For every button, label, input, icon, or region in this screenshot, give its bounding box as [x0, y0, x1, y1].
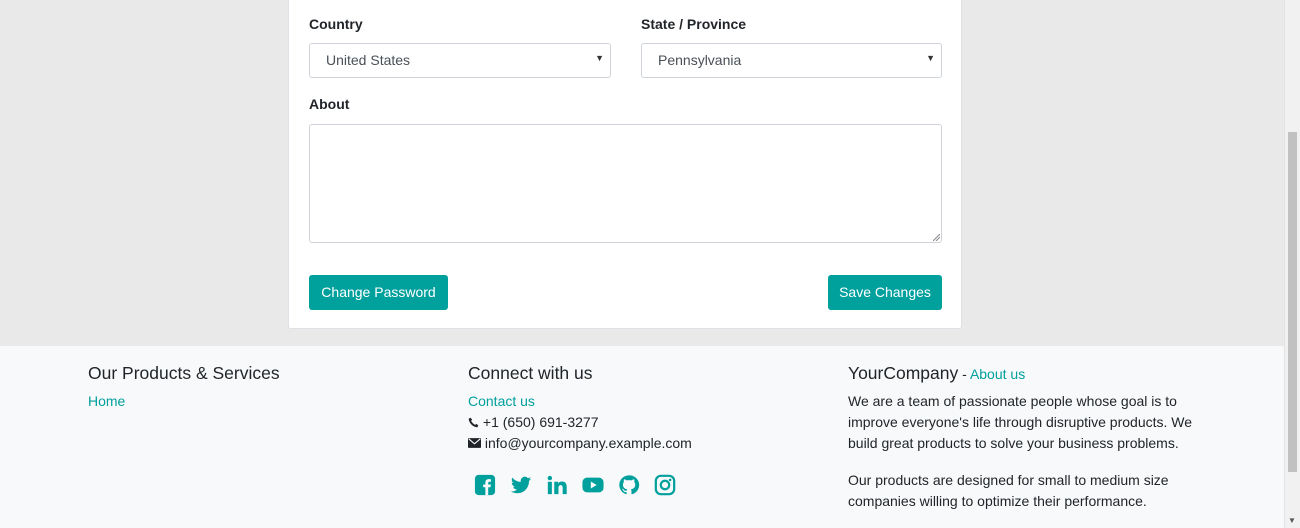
facebook-icon[interactable]	[474, 474, 496, 496]
phone-number: +1 (650) 691-3277	[482, 414, 599, 430]
vertical-scrollbar[interactable]: ▼	[1284, 0, 1300, 528]
social-links	[474, 474, 676, 496]
company-separator: -	[958, 366, 970, 382]
email-row: info@yourcompany.example.com	[468, 433, 692, 454]
envelope-icon	[468, 438, 481, 448]
country-select-value: United States	[326, 52, 411, 68]
scrollbar-thumb[interactable]	[1288, 132, 1297, 472]
connect-title: Connect with us	[468, 363, 593, 383]
country-label: Country	[309, 16, 363, 32]
products-title: Our Products & Services	[88, 363, 280, 383]
company-heading: YourCompany - About us	[848, 363, 1025, 384]
about-textarea[interactable]	[309, 124, 942, 243]
about-us-link[interactable]: About us	[970, 366, 1025, 382]
footer: Our Products & Services Home Connect wit…	[0, 346, 1284, 528]
state-select-value: Pennsylvania	[658, 52, 742, 68]
chevron-down-icon: ▼	[926, 53, 935, 63]
company-name: YourCompany	[848, 363, 959, 383]
about-label: About	[309, 96, 350, 112]
twitter-icon[interactable]	[510, 474, 532, 496]
phone-icon	[468, 417, 479, 428]
change-password-button[interactable]: Change Password	[309, 275, 448, 310]
account-form-card: Country United States ▼ State / Province…	[288, 0, 962, 329]
chevron-down-icon: ▼	[595, 53, 604, 63]
instagram-icon[interactable]	[654, 474, 676, 496]
github-icon[interactable]	[618, 474, 640, 496]
page-background: Country United States ▼ State / Province…	[0, 0, 1284, 346]
youtube-icon[interactable]	[582, 474, 604, 496]
email-address: info@yourcompany.example.com	[484, 435, 692, 451]
home-link[interactable]: Home	[88, 391, 125, 412]
about-paragraph-1: We are a team of passionate people whose…	[848, 393, 1193, 451]
phone-row: +1 (650) 691-3277	[468, 412, 598, 433]
scroll-down-arrow-icon[interactable]: ▼	[1288, 516, 1296, 525]
country-select[interactable]: United States ▼	[309, 43, 611, 78]
contact-link[interactable]: Contact us	[468, 391, 535, 412]
state-label: State / Province	[641, 16, 747, 32]
state-select[interactable]: Pennsylvania ▼	[641, 43, 942, 78]
resize-handle-icon[interactable]	[933, 234, 940, 241]
about-paragraph-2: Our products are designed for small to m…	[848, 472, 1169, 509]
linkedin-icon[interactable]	[546, 474, 568, 496]
save-changes-button[interactable]: Save Changes	[828, 275, 942, 310]
